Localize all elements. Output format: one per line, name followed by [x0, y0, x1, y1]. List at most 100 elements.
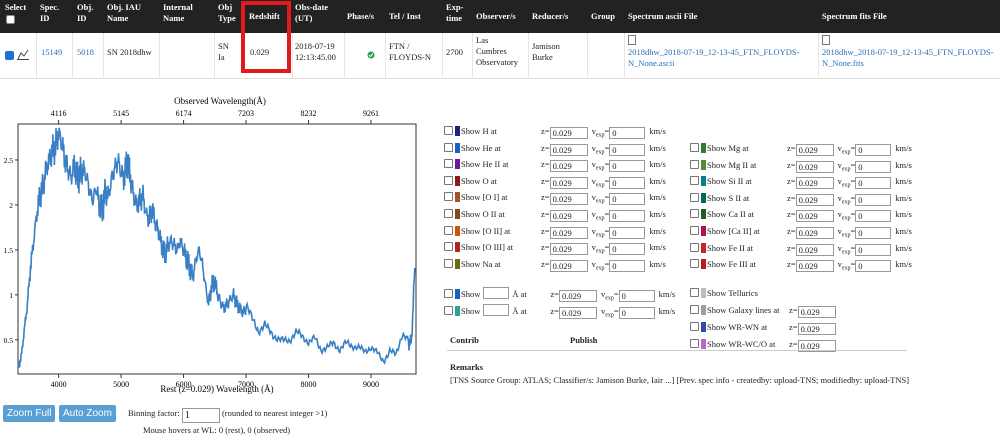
velocity-input[interactable]: 0 [855, 227, 892, 239]
redshift-input[interactable]: 0.029 [549, 226, 588, 239]
redshift-input[interactable]: 0.029 [797, 323, 836, 335]
redshift-input[interactable]: 0.029 [549, 243, 588, 256]
redshift-input[interactable]: 0.029 [549, 193, 588, 206]
header-ascii[interactable]: Spectrum ascii File [628, 11, 697, 22]
select-all-checkbox[interactable] [6, 15, 15, 24]
show-line-checkbox[interactable] [690, 339, 699, 348]
show-line-checkbox[interactable] [444, 142, 453, 152]
show-line-checkbox[interactable] [690, 176, 699, 186]
zoom-full-button[interactable]: Zoom Full [3, 405, 56, 422]
line-row-left: Show Na at z= 0.029 vexp= 0 km/s [444, 258, 666, 272]
velocity-input[interactable]: 0 [609, 143, 646, 156]
header-phase[interactable]: Phase/s [347, 11, 374, 22]
ascii-file-link[interactable]: 2018dhw_2018-07-19_12-13-45_FTN_FLOYDS- N… [628, 35, 818, 69]
redshift-input[interactable]: 0.029 [797, 306, 836, 318]
header-obs-date[interactable]: Obs-date (UT) [295, 2, 328, 24]
line-row-left: Show [O III] at z= 0.029 vexp= 0 km/s [444, 241, 666, 256]
redshift-input[interactable]: 0.029 [549, 210, 588, 222]
header-fits[interactable]: Spectrum fits File [822, 11, 887, 22]
header-exp-time[interactable]: Exp-time [446, 2, 463, 24]
velocity-input[interactable]: 0 [855, 177, 892, 190]
show-line-checkbox[interactable] [444, 126, 453, 135]
redshift-input[interactable]: 0.029 [549, 259, 588, 272]
show-line-checkbox[interactable] [690, 305, 699, 314]
show-line-checkbox[interactable] [444, 258, 453, 268]
show-line-checkbox[interactable] [690, 192, 699, 202]
binning-input[interactable]: 1 [181, 408, 220, 423]
redshift-input[interactable]: 0.029 [795, 227, 834, 239]
redshift-input[interactable]: 0.029 [549, 127, 588, 139]
header-spec-id[interactable]: Spec. ID [40, 2, 59, 24]
show-line-checkbox[interactable] [690, 159, 699, 169]
velocity-input[interactable]: 0 [855, 243, 892, 256]
redshift-input[interactable]: 0.029 [558, 290, 597, 302]
velocity-input[interactable]: 0 [855, 193, 892, 206]
chart-icon[interactable] [17, 49, 29, 60]
fits-file-link[interactable]: 2018dhw_2018-07-19_12-13-45_FTN_FLOYDS- N… [822, 35, 998, 69]
wavelength-input[interactable] [483, 287, 510, 299]
velocity-input[interactable]: 0 [609, 127, 646, 139]
velocity-input[interactable]: 0 [609, 193, 646, 206]
redshift-input[interactable]: 0.029 [795, 193, 834, 206]
show-line-checkbox[interactable] [444, 306, 453, 315]
show-line-checkbox[interactable] [690, 143, 699, 152]
obj-id-link[interactable]: 5018 [77, 47, 94, 58]
line-color-swatch [455, 142, 460, 153]
line-label: Show [Ca II] at [707, 226, 760, 236]
line-color-swatch [701, 288, 706, 298]
redshift-input[interactable]: 0.029 [549, 160, 588, 173]
velocity-input[interactable]: 0 [609, 176, 646, 189]
row-select-checkbox[interactable] [5, 51, 14, 60]
redshift-input[interactable]: 0.029 [795, 243, 834, 256]
velocity-input[interactable]: 0 [609, 210, 646, 222]
show-line-checkbox[interactable] [444, 159, 453, 169]
show-line-checkbox[interactable] [444, 192, 453, 202]
z-label: z= [787, 159, 796, 170]
header-reducers[interactable]: Reducer/s [532, 11, 568, 22]
top-axis: 4116 5145 6174 7203 8232 9261 [51, 109, 379, 124]
redshift-input[interactable]: 0.029 [795, 144, 834, 156]
show-line-checkbox[interactable] [690, 209, 699, 219]
wavelength-input[interactable] [483, 304, 510, 316]
header-internal-name[interactable]: Internal Name [163, 2, 193, 24]
header-tel-inst[interactable]: Tel / Inst [389, 11, 421, 22]
spectrum-chart[interactable]: Observed Wavelength(Å) 4116 5145 6174 7203 8… [0, 92, 440, 394]
show-line-checkbox[interactable] [444, 289, 453, 298]
show-line-checkbox[interactable] [444, 209, 453, 218]
show-line-checkbox[interactable] [690, 259, 699, 269]
reducers: Jamison Burke [532, 41, 560, 62]
redshift-input[interactable]: 0.029 [795, 210, 834, 223]
redshift-input[interactable]: 0.029 [795, 177, 834, 190]
show-line-checkbox[interactable] [690, 322, 699, 331]
vexp-label: vexp= [591, 225, 610, 239]
velocity-input[interactable]: 0 [609, 160, 646, 173]
show-line-checkbox[interactable] [444, 242, 453, 252]
kms-label: km/s [649, 209, 666, 219]
velocity-input[interactable]: 0 [855, 144, 892, 156]
show-line-checkbox[interactable] [444, 175, 453, 185]
velocity-input[interactable]: 0 [855, 260, 892, 273]
velocity-input[interactable]: 0 [618, 307, 655, 319]
redshift-input[interactable]: 0.029 [795, 260, 834, 273]
header-group[interactable]: Group [591, 11, 615, 22]
header-observers[interactable]: Observer/s [476, 11, 516, 22]
velocity-input[interactable]: 0 [855, 210, 892, 223]
velocity-input[interactable]: 0 [609, 226, 646, 239]
velocity-input[interactable]: 0 [618, 290, 655, 302]
velocity-input[interactable]: 0 [609, 259, 646, 272]
redshift-input[interactable]: 0.029 [549, 176, 588, 189]
show-line-checkbox[interactable] [690, 242, 699, 252]
header-obj-id[interactable]: Obj. ID [77, 2, 93, 24]
velocity-input[interactable]: 0 [855, 160, 892, 173]
redshift-input[interactable]: 0.029 [558, 307, 597, 319]
header-iau-name[interactable]: Obj. IAU Name [107, 2, 141, 24]
auto-zoom-button[interactable]: Auto Zoom [59, 405, 116, 422]
redshift-input[interactable]: 0.029 [549, 143, 588, 156]
velocity-input[interactable]: 0 [609, 243, 646, 256]
header-obj-type[interactable]: Obj Type [218, 2, 236, 24]
redshift-input[interactable]: 0.029 [795, 160, 834, 173]
show-line-checkbox[interactable] [690, 288, 699, 297]
show-line-checkbox[interactable] [690, 226, 699, 235]
spec-id-link[interactable]: 15149 [41, 47, 62, 58]
show-line-checkbox[interactable] [444, 225, 453, 235]
